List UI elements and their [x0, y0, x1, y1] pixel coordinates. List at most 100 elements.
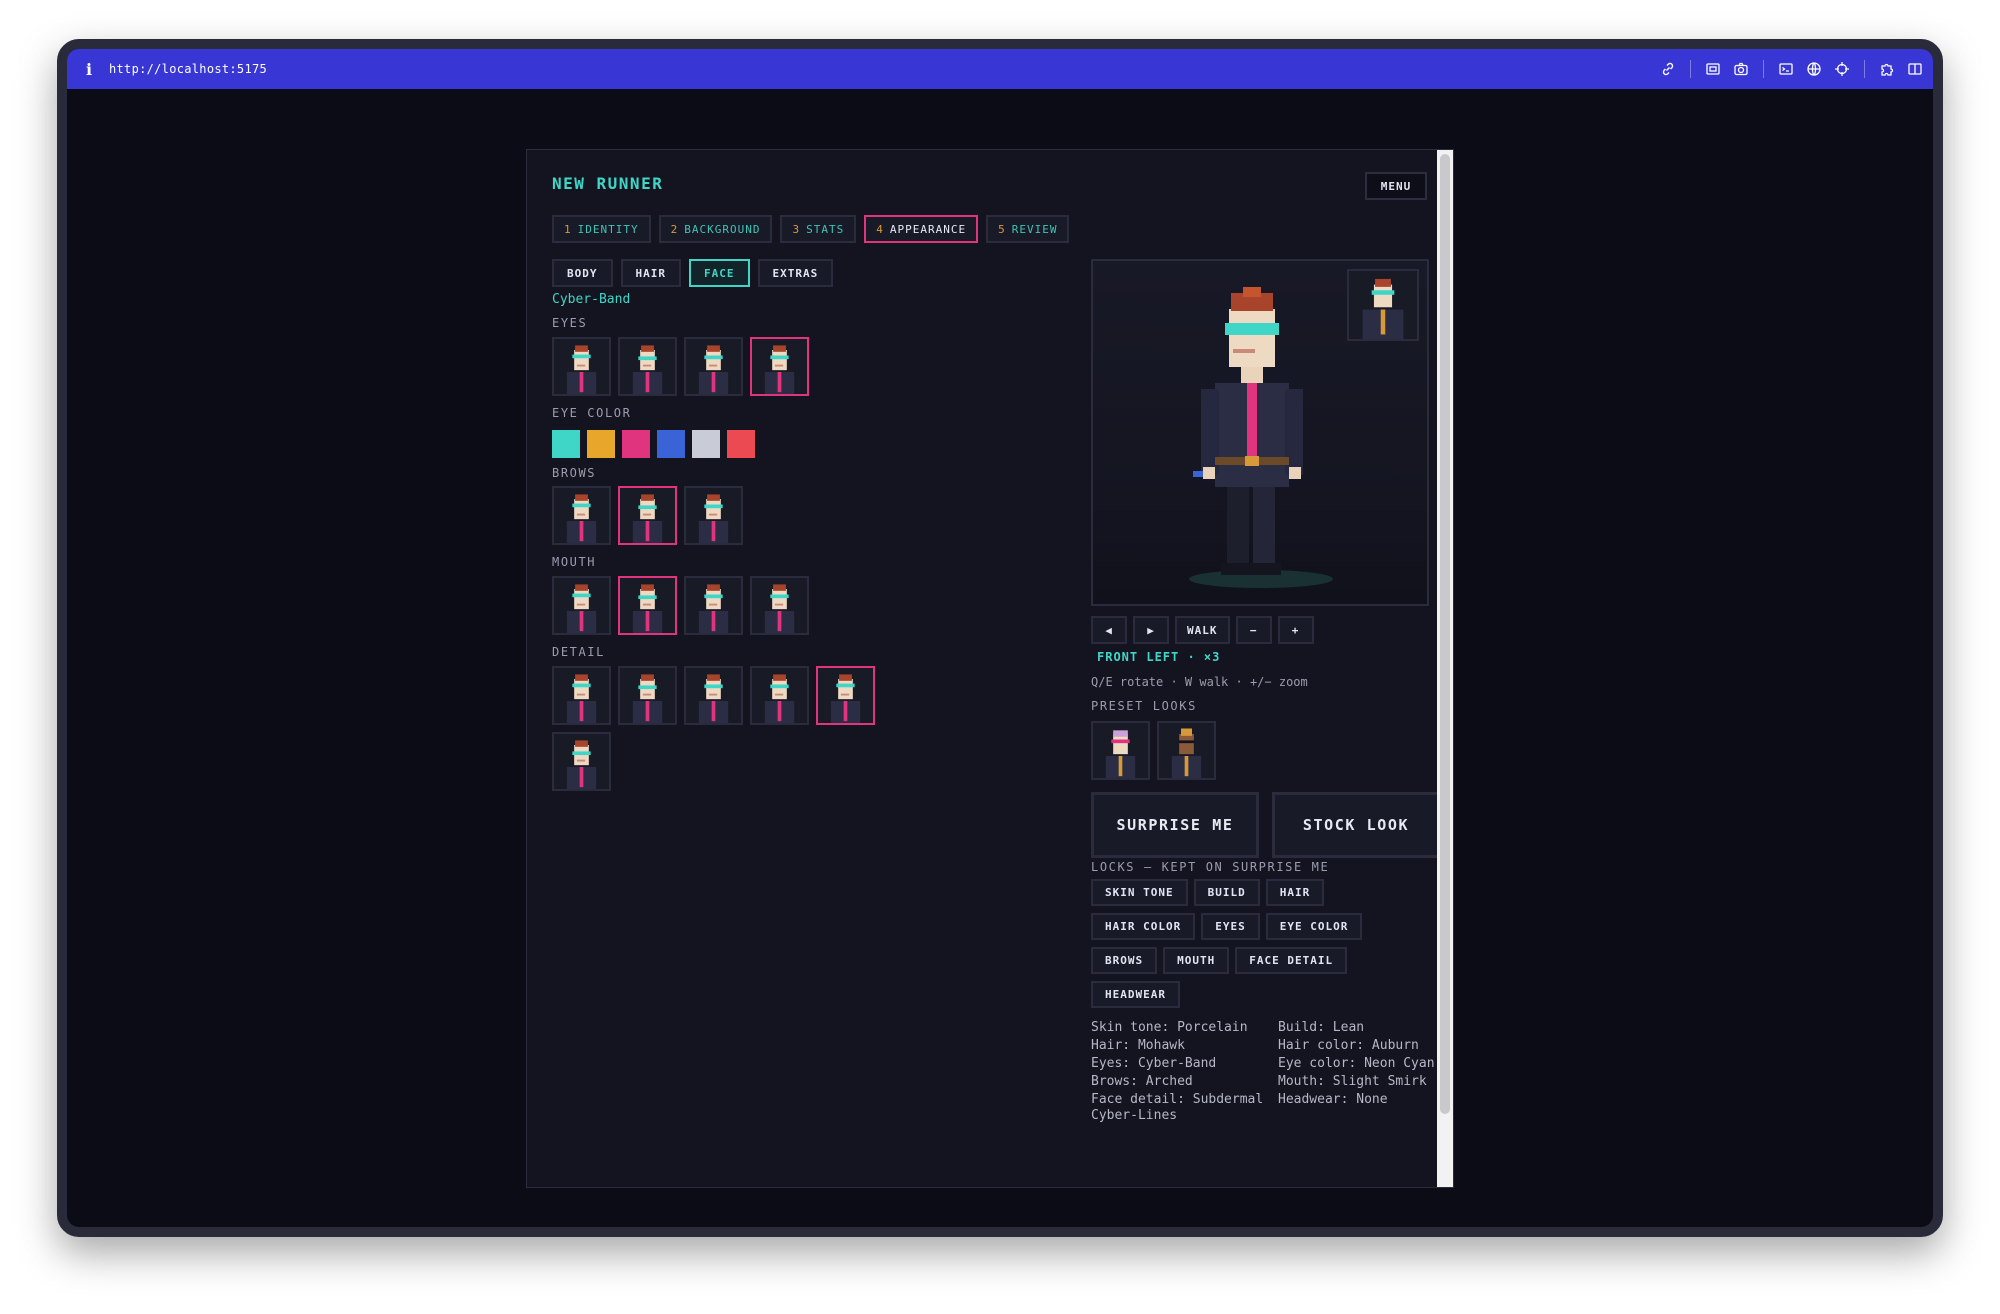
brows-label: BROWS [552, 466, 597, 480]
eyes-option-2[interactable] [618, 337, 677, 396]
eye-color-swatches [552, 430, 755, 458]
step-appearance[interactable]: 4 APPEARANCE [864, 215, 979, 243]
portrait-thumbnail [1347, 269, 1419, 341]
tab-body[interactable]: BODY [552, 259, 613, 287]
brows-option-3[interactable] [684, 486, 743, 545]
detail-option-3[interactable] [684, 666, 743, 725]
link-icon[interactable] [1658, 59, 1678, 79]
eyes-option-1[interactable] [552, 337, 611, 396]
rotate-left-button[interactable]: ◀ [1091, 616, 1127, 644]
lock-headwear[interactable]: HEADWEAR [1091, 981, 1180, 1008]
eye-color-swatch-2[interactable] [587, 430, 615, 458]
eye-color-swatch-6[interactable] [727, 430, 755, 458]
character-preview[interactable] [1091, 259, 1429, 606]
scrollbar-thumb[interactable] [1440, 154, 1450, 1114]
summary-build: Build: Lean [1278, 1020, 1365, 1035]
eye-color-swatch-5[interactable] [692, 430, 720, 458]
detail-label: DETAIL [552, 645, 605, 659]
locks-label: LOCKS — KEPT ON SURPRISE ME [1091, 860, 1330, 874]
mouth-option-3[interactable] [684, 576, 743, 635]
tab-face[interactable]: FACE [689, 259, 750, 287]
randomize-actions: SURPRISE ME STOCK LOOK [1091, 792, 1440, 858]
preview-controls: ◀ ▶ WALK − + [1091, 616, 1314, 644]
detail-option-6[interactable] [552, 732, 611, 791]
crosshair-icon[interactable] [1832, 59, 1852, 79]
brows-option-2[interactable] [618, 486, 677, 545]
zoom-in-button[interactable]: + [1277, 616, 1314, 644]
step-review[interactable]: 5 REVIEW [986, 215, 1070, 243]
browser-window: i http://localhost:5175 NEW RUNNER MENU … [57, 39, 1943, 1237]
lock-toggles: SKIN TONE BUILD HAIR HAIR COLOR EYES EYE COLO… [1091, 879, 1431, 1008]
step-stats[interactable]: 3 STATS [780, 215, 857, 243]
appearance-summary: Skin tone: Porcelain Build: Lean Hair: M… [1091, 1020, 1451, 1124]
eyes-option-3[interactable] [684, 337, 743, 396]
detail-option-4[interactable] [750, 666, 809, 725]
url-bar[interactable]: http://localhost:5175 [109, 62, 267, 76]
summary-headwear: Headwear: None [1278, 1092, 1388, 1107]
preset-looks-label: PRESET LOOKS [1091, 699, 1197, 713]
eyes-label: EYES [552, 316, 588, 330]
lock-hair-color[interactable]: HAIR COLOR [1091, 913, 1196, 940]
tab-hair[interactable]: HAIR [620, 259, 681, 287]
detail-option-5[interactable] [816, 666, 875, 725]
camera-icon[interactable] [1731, 59, 1751, 79]
panel-scrollbar[interactable] [1437, 150, 1453, 1187]
zoom-out-button[interactable]: − [1235, 616, 1272, 644]
detail-option-2[interactable] [618, 666, 677, 725]
preset-look-1[interactable] [1091, 721, 1150, 780]
stock-look-button[interactable]: STOCK LOOK [1272, 792, 1440, 858]
view-status: FRONT LEFT · ×3 [1097, 650, 1221, 664]
preset-looks [1091, 721, 1216, 780]
lock-hair[interactable]: HAIR [1265, 879, 1325, 906]
summary-hair-color: Hair color: Auburn [1278, 1038, 1419, 1053]
lock-eyes[interactable]: EYES [1201, 913, 1260, 940]
appearance-subtabs: BODY HAIR FACE EXTRAS [552, 259, 834, 287]
info-icon[interactable]: i [73, 60, 105, 79]
eye-color-label: EYE COLOR [552, 406, 632, 420]
summary-face-detail: Face detail: Subdermal Cyber-Lines [1091, 1092, 1264, 1123]
terminal-icon[interactable] [1776, 59, 1796, 79]
walk-toggle-button[interactable]: WALK [1175, 616, 1230, 644]
eye-color-swatch-3[interactable] [622, 430, 650, 458]
eyes-option-4[interactable] [750, 337, 809, 396]
brows-option-1[interactable] [552, 486, 611, 545]
eyes-options [552, 337, 892, 396]
lock-skin-tone[interactable]: SKIN TONE [1091, 879, 1188, 906]
split-view-icon[interactable] [1905, 59, 1925, 79]
mouth-option-2[interactable] [618, 576, 677, 635]
tab-extras[interactable]: EXTRAS [757, 259, 834, 287]
step-identity[interactable]: 1 IDENTITY [552, 215, 651, 243]
summary-eyes: Eyes: Cyber-Band [1091, 1056, 1217, 1071]
rotate-right-button[interactable]: ▶ [1133, 616, 1169, 644]
lock-brows[interactable]: BROWS [1091, 947, 1158, 974]
detail-options [552, 666, 892, 791]
surprise-me-button[interactable]: SURPRISE ME [1091, 792, 1259, 858]
brows-options [552, 486, 892, 545]
lock-mouth[interactable]: MOUTH [1163, 947, 1230, 974]
lock-face-detail[interactable]: FACE DETAIL [1235, 947, 1348, 974]
summary-hair: Hair: Mohawk [1091, 1038, 1185, 1053]
summary-brows: Brows: Arched [1091, 1074, 1193, 1089]
mouth-options [552, 576, 892, 635]
eye-color-swatch-4[interactable] [657, 430, 685, 458]
detail-option-1[interactable] [552, 666, 611, 725]
lock-eye-color[interactable]: EYE COLOR [1265, 913, 1363, 940]
eye-color-swatch-1[interactable] [552, 430, 580, 458]
mouth-option-1[interactable] [552, 576, 611, 635]
globe-icon[interactable] [1804, 59, 1824, 79]
summary-skin-tone: Skin tone: Porcelain [1091, 1020, 1248, 1035]
lock-build[interactable]: BUILD [1193, 879, 1260, 906]
extension-icon[interactable] [1877, 59, 1897, 79]
menu-button[interactable]: MENU [1365, 172, 1427, 200]
mouth-option-4[interactable] [750, 576, 809, 635]
summary-mouth: Mouth: Slight Smirk [1278, 1074, 1427, 1089]
screenshot-icon[interactable] [1703, 59, 1723, 79]
step-background[interactable]: 2 BACKGROUND [658, 215, 773, 243]
character-creator-panel: NEW RUNNER MENU 1 IDENTITY 2 BACKGROUND 3S… [526, 149, 1454, 1188]
browser-toolbar: i http://localhost:5175 [67, 49, 1933, 89]
preset-look-2[interactable] [1157, 721, 1216, 780]
keyboard-hint: Q/E rotate · W walk · +/− zoom [1091, 675, 1308, 689]
mouth-label: MOUTH [552, 555, 597, 569]
wizard-steps: 1 IDENTITY 2 BACKGROUND 3 STATS 4 APPEARANCE… [552, 215, 1070, 243]
page-title: NEW RUNNER [552, 174, 664, 193]
